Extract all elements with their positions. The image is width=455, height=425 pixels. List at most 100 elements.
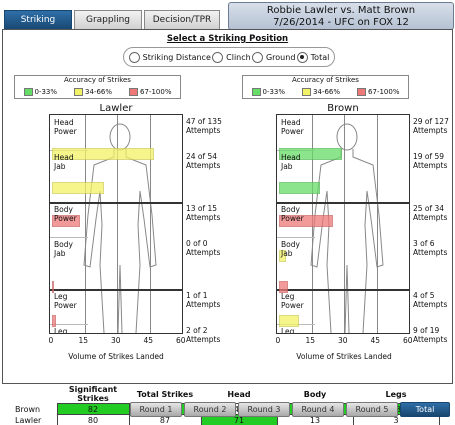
tab-striking[interactable]: Striking: [4, 10, 72, 30]
x-axis-label-left: Volume of Strikes Landed: [68, 352, 164, 361]
fighter-name-lawler: Lawler: [99, 103, 133, 114]
legend-title: Accuracy of Strikes: [64, 76, 131, 84]
gridline: [344, 115, 345, 333]
fight-title: Robbie Lawler vs. Matt Brown 7/26/2014 -…: [228, 2, 454, 30]
round-1-button[interactable]: Round 1: [130, 402, 182, 417]
radio-icon: [251, 51, 263, 63]
header-head: Head: [227, 389, 251, 399]
row-label-lawler: Lawler: [15, 415, 42, 425]
strike-chart-lawler: Head Power Head Jab Body Power Body Jab Leg Power…: [49, 114, 183, 334]
attempts-label: 47 of 135 Attempts: [186, 117, 222, 135]
strike-type-label: Body Power: [281, 205, 304, 223]
radio-ground[interactable]: Ground: [251, 51, 295, 63]
strike-type-label: LegJab: [54, 327, 68, 334]
radio-striking-distance[interactable]: Striking Distance: [128, 51, 211, 63]
x-tick-label: 30: [338, 336, 348, 345]
header-legs: Legs: [385, 389, 407, 399]
header-total-strikes: Total Strikes: [136, 389, 194, 399]
swatch-red-icon: [129, 87, 139, 96]
tab-bar: Striking Grappling Decision/TPR: [4, 10, 222, 30]
header-significant-strikes: Significant Strikes: [68, 385, 118, 403]
attempts-label: 29 of 127 Attempts: [413, 117, 449, 135]
tab-decision-tpr[interactable]: Decision/TPR: [144, 10, 220, 30]
section-divider: [50, 202, 182, 204]
legend-item: 67-100%: [129, 87, 172, 96]
swatch-yellow-icon: [74, 87, 84, 96]
section-divider: [50, 289, 182, 291]
x-tick-label: 60: [176, 336, 186, 345]
strike-type-label: Leg Power: [54, 292, 77, 310]
x-tick-label: 60: [403, 336, 413, 345]
round-selector: Round 1 Round 2 Round 3 Round 4 Round 5 …: [130, 402, 452, 417]
attempts-label: 24 of 54 Attempts: [186, 152, 221, 170]
strike-bar: [52, 182, 104, 194]
legend-item: 0-33%: [251, 87, 285, 96]
position-selector: Striking Distance Clinch Ground Total: [123, 47, 335, 67]
strike-type-label: Head Jab: [54, 153, 74, 171]
row-divider: [50, 237, 88, 238]
row-label-brown: Brown: [15, 404, 41, 414]
x-tick-label: 15: [305, 336, 316, 345]
radio-total[interactable]: Total: [296, 51, 329, 63]
strike-chart-brown: Head Power Head Jab Body Power Body Jab Leg Power…: [276, 114, 410, 334]
round-5-button[interactable]: Round 5: [346, 402, 398, 417]
strike-type-label: Head Power: [281, 118, 304, 136]
strike-type-label: Body Jab: [54, 240, 73, 258]
gridline: [376, 115, 378, 333]
round-4-button[interactable]: Round 4: [292, 402, 344, 417]
section-divider: [277, 202, 409, 204]
legend-title: Accuracy of Strikes: [292, 76, 359, 84]
strike-type-label: Body Power: [54, 205, 77, 223]
attempts-label: 2 of 2 Attempts: [186, 326, 221, 344]
accuracy-legend-right: Accuracy of Strikes 0-33% 34-66% 67-100%: [242, 75, 409, 99]
total-button[interactable]: Total: [400, 402, 450, 417]
fight-title-matchup: Robbie Lawler vs. Matt Brown: [266, 5, 416, 16]
strike-bar: [279, 182, 321, 194]
x-tick-label: 30: [111, 336, 121, 345]
x-tick-label: 45: [143, 336, 154, 345]
radio-selected-icon: [296, 51, 308, 63]
x-axis-label-right: Volume of Strikes Landed: [296, 352, 392, 361]
brown-significant-strikes: 82: [56, 403, 130, 415]
attempts-label: 0 of 0 Attempts: [186, 239, 221, 257]
attempts-label: 3 of 6 Attempts: [413, 239, 448, 257]
striking-panel: Select a Striking Position Striking Dist…: [2, 29, 453, 425]
swatch-green-icon: [23, 87, 33, 96]
swatch-yellow-icon: [302, 87, 312, 96]
strike-type-label: LegJab: [281, 327, 295, 334]
legend-item: 34-66%: [302, 87, 340, 96]
strike-type-label: Leg Power: [281, 292, 304, 310]
swatch-green-icon: [251, 87, 261, 96]
round-2-button[interactable]: Round 2: [184, 402, 236, 417]
tab-grappling[interactable]: Grappling: [74, 10, 142, 30]
fight-title-event: 7/26/2014 - UFC on FOX 12: [273, 17, 409, 28]
attempts-label: 13 of 15 Attempts: [186, 204, 221, 222]
attempts-label: 1 of 1 Attempts: [186, 291, 221, 309]
header-body: Body: [303, 389, 327, 399]
swatch-red-icon: [357, 87, 367, 96]
strike-bar: [52, 315, 57, 327]
position-selector-title: Select a Striking Position: [166, 34, 289, 44]
section-divider: [277, 289, 409, 291]
legend-item: 0-33%: [23, 87, 57, 96]
strike-type-label: Body Jab: [281, 240, 300, 258]
radio-icon: [212, 51, 224, 63]
fighter-name-brown: Brown: [327, 103, 359, 114]
strike-type-label: Head Jab: [281, 153, 301, 171]
x-tick-label: 15: [78, 336, 89, 345]
radio-clinch[interactable]: Clinch: [212, 51, 251, 63]
accuracy-legend-left: Accuracy of Strikes 0-33% 34-66% 67-100%: [14, 75, 181, 99]
strike-bar: [279, 315, 299, 327]
lawler-significant-strikes: 80: [56, 414, 130, 425]
x-tick-label: 0: [48, 336, 54, 345]
attempts-label: 25 of 34 Attempts: [413, 204, 448, 222]
attempts-label: 4 of 5 Attempts: [413, 291, 448, 309]
attempts-label: 9 of 19 Attempts: [413, 326, 448, 344]
round-3-button[interactable]: Round 3: [238, 402, 290, 417]
row-divider: [277, 237, 315, 238]
x-tick-label: 45: [370, 336, 381, 345]
x-tick-label: 0: [275, 336, 281, 345]
legend-item: 34-66%: [74, 87, 112, 96]
attempts-label: 19 of 59 Attempts: [413, 152, 448, 170]
legend-item: 67-100%: [357, 87, 400, 96]
